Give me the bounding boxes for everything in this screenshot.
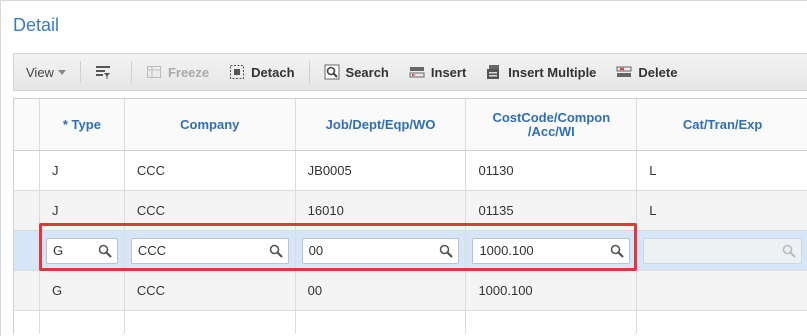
toolbar-divider [308, 61, 310, 83]
lookup-search-icon [782, 244, 796, 258]
search-icon [324, 64, 340, 80]
column-header-job[interactable]: Job/Dept/Eqp/WO [296, 99, 467, 150]
costcode-header-label: CostCode/Compon/Acc/WI [492, 109, 611, 139]
toolbar-divider [79, 61, 81, 83]
table-row[interactable]: G CCC 00 1000.100 [14, 271, 807, 311]
freeze-button[interactable]: Freeze [136, 54, 219, 90]
cell-type[interactable]: G [40, 271, 125, 310]
insert-row-icon [409, 64, 425, 80]
table-row[interactable]: J CCC JB0005 01130 L [14, 151, 807, 191]
freeze-icon [146, 64, 162, 80]
empty-cell [125, 311, 296, 334]
row-selector [14, 311, 40, 334]
delete-row-icon [616, 64, 632, 80]
cell-costcode[interactable]: 01130 [466, 151, 638, 190]
view-menu-button[interactable]: View [14, 54, 76, 90]
empty-cell [466, 311, 638, 334]
row-selector[interactable] [14, 231, 40, 270]
cat-lookup-field [643, 237, 802, 264]
insert-multiple-icon [486, 64, 502, 80]
edit-row-highlight-box [39, 223, 637, 271]
toolbar-divider [130, 61, 132, 83]
grid-toolbar: View Freeze Detach Search Insert Insert … [13, 53, 807, 91]
insert-label: Insert [430, 64, 467, 80]
delete-button[interactable]: Delete [606, 54, 687, 90]
detail-grid: * Type Company Job/Dept/Eqp/WO CostCode/… [13, 98, 807, 334]
cell-costcode[interactable]: 1000.100 [466, 271, 638, 310]
detach-button[interactable]: Detach [219, 54, 304, 90]
cell-cat[interactable]: L [637, 151, 807, 190]
row-selector[interactable] [14, 271, 40, 310]
row-selector[interactable] [14, 191, 40, 230]
view-label: View [26, 64, 54, 80]
empty-cell [296, 311, 467, 334]
search-label: Search [345, 64, 389, 80]
grid-header-row: * Type Company Job/Dept/Eqp/WO CostCode/… [14, 99, 807, 151]
empty-row [14, 311, 807, 334]
filter-icon [95, 64, 111, 80]
cell-cat [637, 231, 807, 270]
column-header-costcode[interactable]: CostCode/Compon/Acc/WI [466, 99, 638, 150]
row-selector-header [14, 99, 40, 150]
cell-cat[interactable]: L [637, 191, 807, 230]
row-selector[interactable] [14, 151, 40, 190]
column-header-company[interactable]: Company [125, 99, 296, 150]
delete-label: Delete [638, 64, 678, 80]
column-header-type[interactable]: * Type [40, 99, 125, 150]
cell-company[interactable]: CCC [125, 151, 296, 190]
detach-icon [229, 64, 245, 80]
cell-company[interactable]: CCC [125, 271, 296, 310]
empty-cell [40, 311, 125, 334]
chevron-down-icon [57, 69, 66, 75]
panel-title: Detail [13, 15, 60, 35]
detail-panel: Detail View Freeze Detach Search Insert … [0, 0, 807, 336]
column-header-cat[interactable]: Cat/Tran/Exp [637, 99, 807, 150]
insert-multiple-button[interactable]: Insert Multiple [476, 54, 606, 90]
cell-job[interactable]: JB0005 [296, 151, 467, 190]
detach-label: Detach [251, 64, 295, 80]
cell-type[interactable]: J [40, 151, 125, 190]
freeze-label: Freeze [167, 64, 210, 80]
insert-multiple-label: Insert Multiple [508, 64, 597, 80]
cell-job[interactable]: 00 [296, 271, 467, 310]
empty-cell [637, 311, 807, 334]
search-button[interactable]: Search [314, 54, 399, 90]
insert-button[interactable]: Insert [399, 54, 476, 90]
cell-cat[interactable] [637, 271, 807, 310]
filter-button[interactable] [85, 54, 127, 90]
